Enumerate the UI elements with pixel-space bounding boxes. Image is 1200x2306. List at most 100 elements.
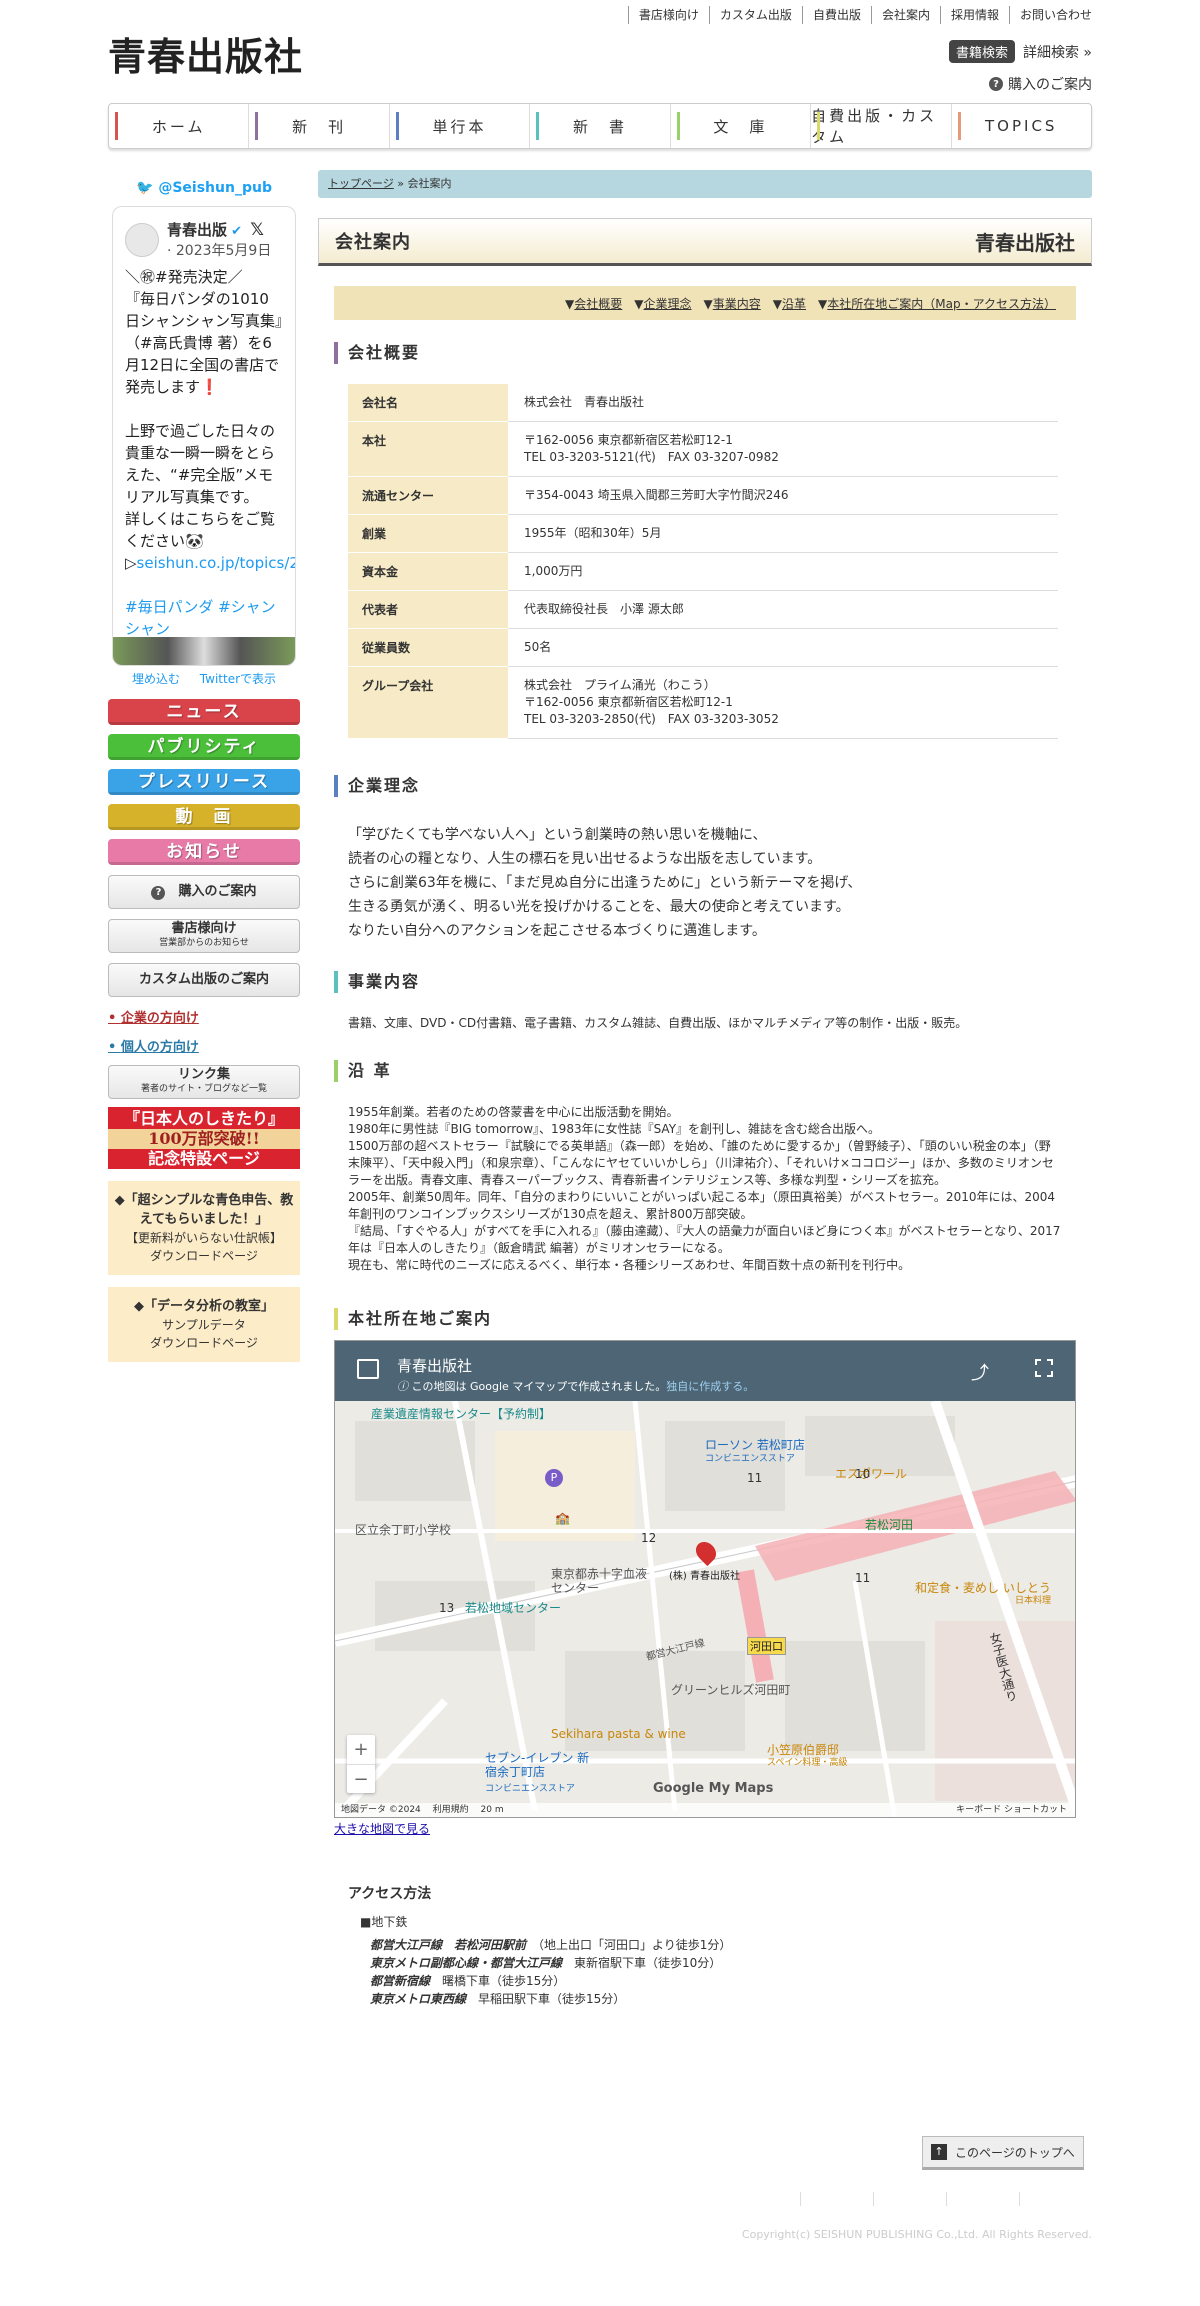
anchor-philosophy[interactable]: 企業理念 xyxy=(634,295,692,312)
custom-publishing-button[interactable]: カスタム出版のご案内 xyxy=(108,963,300,997)
map-label-espoir[interactable]: エスポワール xyxy=(835,1465,907,1482)
map-label-greenhills[interactable]: グリーンヒルズ河田町 xyxy=(671,1681,790,1698)
twitter-handle[interactable]: 🐦 @Seishun_pub xyxy=(108,180,300,202)
map-number: 10 xyxy=(855,1467,871,1481)
anchor-overview[interactable]: 会社概要 xyxy=(565,295,622,312)
map-label-seishun[interactable]: (株) 青春出版社 xyxy=(669,1567,740,1582)
table-key: 会社名 xyxy=(348,384,508,422)
table-value: 〒162-0056 東京都新宿区若松町12-1 TEL 03-3203-5121… xyxy=(508,421,1058,477)
table-key: 従業員数 xyxy=(348,628,508,667)
map-terms-link[interactable]: 利用規約 xyxy=(433,1805,469,1815)
embed-link[interactable]: 埋め込む xyxy=(132,672,180,686)
tweet-footer: 埋め込む Twitterで表示 xyxy=(108,670,300,690)
philosophy-text: 「学びたくても学べない人へ」という創業時の熱い思いを機軸に、 読者の心の糧となり… xyxy=(348,827,862,939)
view-on-twitter-link[interactable]: Twitterで表示 xyxy=(200,672,276,686)
nav-bunko[interactable]: 文 庫 xyxy=(671,104,812,148)
video-button[interactable]: 動 画 xyxy=(108,804,300,830)
links-button[interactable]: リンク集 著者のサイト・ブログなど一覧 xyxy=(108,1065,300,1099)
access-desc: （地上出口「河田口」より徒歩1分） xyxy=(538,1938,732,1952)
map-label-seven-sub: コンビニエンスストア xyxy=(485,1784,575,1794)
shikitari-banner[interactable]: 『日本人のしきたり』 100万部突破!! 記念特設ページ xyxy=(108,1107,300,1169)
link-company[interactable]: 会社案内 xyxy=(870,6,940,24)
zoom-out-button[interactable]: − xyxy=(347,1764,375,1794)
google-my-maps-logo: Google My Maps xyxy=(653,1781,774,1796)
nav-new[interactable]: 新 刊 xyxy=(249,104,390,148)
table-value: 株式会社 プライム涌光（わこう） 〒162-0056 東京都新宿区若松町12-1… xyxy=(508,666,1058,739)
advanced-search-link[interactable]: 詳細検索 » xyxy=(1023,42,1092,62)
nav-accent-bar xyxy=(115,112,118,140)
access-line: 東京メトロ東西線 xyxy=(370,1992,467,2006)
anchor-history[interactable]: 沿革 xyxy=(773,295,806,312)
nav-books[interactable]: 単行本 xyxy=(390,104,531,148)
fullscreen-icon[interactable] xyxy=(1035,1359,1053,1377)
link-custom-publishing[interactable]: カスタム出版 xyxy=(708,6,802,24)
list-item: 東京メトロ副都心線・都営大江戸線 東新宿駅下車（徒歩10分） xyxy=(370,1954,1062,1972)
page-title-box: 会社案内 青春出版社 xyxy=(318,218,1092,266)
back-to-top-button[interactable]: ↑ このページのトップへ xyxy=(922,2136,1084,2170)
link-recruit[interactable]: 採用情報 xyxy=(939,6,1009,24)
tax-box-line3: ダウンロードページ xyxy=(150,1249,258,1263)
nav-self-custom[interactable]: 自費出版・カスタム xyxy=(811,104,952,148)
link-for-individuals[interactable]: 個人の方向け xyxy=(108,1036,300,1055)
map-title: 青春出版社 xyxy=(397,1357,473,1375)
table-row: 資本金 1,000万円 xyxy=(348,552,1058,591)
tweet-hashtags[interactable]: #毎日パンダ #シャンシャン xyxy=(125,598,276,638)
map-sidebar-toggle-icon[interactable] xyxy=(357,1359,379,1379)
tweet-image[interactable] xyxy=(113,637,295,665)
map-label-lawson-sub: コンビニエンスストア xyxy=(705,1454,795,1464)
nav-topics[interactable]: TOPICS xyxy=(952,104,1091,148)
tweet-link[interactable]: seishun.co.jp/topics/23744/ xyxy=(137,554,295,572)
tax-return-download-box[interactable]: ◆「超シンプルな青色申告、教えてもらいました！」 【更新料がいらない仕訳帳】 ダ… xyxy=(108,1181,300,1275)
page-title: 会社案内 xyxy=(335,232,411,253)
map-keyboard-shortcuts[interactable]: キーボード ショートカット xyxy=(956,1803,1075,1817)
nav-shinsho[interactable]: 新 書 xyxy=(530,104,671,148)
section-heading-business: 事業内容 xyxy=(334,971,1076,993)
site-logo[interactable]: 青春出版社 xyxy=(108,26,303,81)
share-icon[interactable]: ⤴ xyxy=(971,1359,989,1385)
link-bookstore[interactable]: 書店様向け xyxy=(627,6,709,24)
nav-home[interactable]: ホーム xyxy=(109,104,250,148)
data-analysis-download-box[interactable]: ◆「データ分析の教室」 サンプルデータ ダウンロードページ xyxy=(108,1287,300,1362)
zoom-in-button[interactable]: + xyxy=(347,1735,375,1764)
map-label-seven[interactable]: セブン-イレブン 新宿余丁町店 xyxy=(485,1751,595,1779)
press-release-button[interactable]: プレスリリース xyxy=(108,769,300,795)
book-search-button[interactable]: 書籍検索 xyxy=(948,40,1015,63)
buy-guide-button[interactable]: ? 購入のご案内 xyxy=(108,875,300,909)
news-button[interactable]: ニュース xyxy=(108,699,300,725)
notice-button[interactable]: お知らせ xyxy=(108,839,300,865)
bookstore-button[interactable]: 書店様向け 営業部からのお知らせ xyxy=(108,919,300,953)
embedded-map[interactable]: 青春出版社 ⓘ この地図は Google マイマップで作成されました。独自に作成… xyxy=(334,1340,1076,1818)
map-label-redcross[interactable]: 東京都赤十字血液センター xyxy=(551,1567,651,1595)
verified-icon: ✔ xyxy=(231,224,243,239)
publicity-button[interactable]: パブリシティ xyxy=(108,734,300,760)
parking-icon[interactable]: P xyxy=(545,1469,563,1487)
buy-guide-link[interactable]: ? 購入のご案内 xyxy=(989,74,1092,94)
breadcrumb-top[interactable]: トップページ xyxy=(328,177,394,190)
map-label-school[interactable]: 区立余丁町小学校 xyxy=(355,1521,451,1538)
map-label-wakamatsu-kawada[interactable]: 若松河田 xyxy=(865,1516,913,1533)
link-self-publishing[interactable]: 自費出版 xyxy=(801,6,871,24)
access-desc: 東新宿駅下車（徒歩10分） xyxy=(574,1956,722,1970)
access-desc: 曙橋下車（徒歩15分） xyxy=(442,1974,566,1988)
map-label-wakamatsu-center[interactable]: 若松地域センター xyxy=(465,1599,561,1616)
view-larger-map-link[interactable]: 大きな地図で見る xyxy=(334,1820,1092,1837)
map-subtitle: ⓘ この地図は Google マイマップで作成されました。独自に作成する。 xyxy=(397,1378,754,1394)
map-label-sekihara[interactable]: Sekihara pasta & wine xyxy=(551,1727,686,1741)
map-create-link[interactable]: 独自に作成する。 xyxy=(666,1380,754,1393)
section-heading-overview: 会社概要 xyxy=(334,342,1076,364)
link-for-corporations[interactable]: 企業の方向け xyxy=(108,1007,300,1026)
table-row: 本社 〒162-0056 東京都新宿区若松町12-1 TEL 03-3203-51… xyxy=(348,421,1058,477)
access-line: 都営大江戸線 若松河田駅前 xyxy=(370,1938,527,1952)
map-label-heritage[interactable]: 産業遺産情報センター【予約制】 xyxy=(371,1407,551,1421)
table-row: 流通センター 〒354-0043 埼玉県入間郡三芳町大字竹間沢246 xyxy=(348,476,1058,515)
nav-accent-bar xyxy=(536,112,540,140)
back-to-top-label: このページのトップへ xyxy=(955,2145,1075,2160)
map-subtitle-text: この地図は Google マイマップで作成されました。 xyxy=(411,1380,667,1393)
list-item: 都営大江戸線 若松河田駅前 （地上出口「河田口」より徒歩1分） xyxy=(370,1936,1062,1954)
anchor-location[interactable]: 本社所在地ご案内（Map・アクセス方法） xyxy=(818,295,1056,312)
links-title: リンク集 xyxy=(177,1067,230,1082)
tweet-card[interactable]: 青春出版 ✔ 𝕏 · 2023年5月9日 ＼㊗#発売決定／ 『毎日パンダの101… xyxy=(112,206,296,666)
map-label-kawadaguchi[interactable]: 河田口 xyxy=(747,1637,786,1655)
anchor-business[interactable]: 事業内容 xyxy=(704,295,761,312)
link-contact[interactable]: お問い合わせ xyxy=(1008,6,1092,24)
